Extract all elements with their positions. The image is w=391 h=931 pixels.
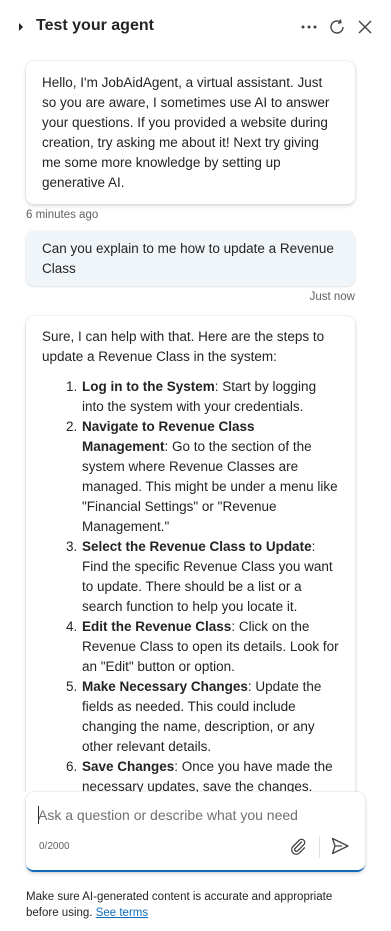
chat-transcript[interactable]: Hello, I'm JobAidAgent, a virtual assist… [0,56,391,792]
step-item: 2. Navigate to Revenue Class Management: … [42,417,339,537]
composer-divider [319,836,320,858]
steps-list: 1. Log in to the System: Start by logging… [42,377,339,792]
ai-disclaimer: Make sure AI-generated content is accura… [26,889,366,921]
character-counter: 0/2000 [39,841,70,852]
message-text: Hello, I'm JobAidAgent, a virtual assist… [42,75,330,190]
see-terms-link[interactable]: See terms [96,907,148,919]
step-number: 2. [66,419,78,434]
step-number: 6. [66,759,78,774]
answer-intro: Sure, I can help with that. Here are the… [42,329,325,364]
step-number: 1. [66,379,78,394]
step-item: 4. Edit the Revenue Class: Click on the R… [42,617,339,677]
message-text: Can you explain to me how to update a Re… [42,241,334,276]
step-item: 3. Select the Revenue Class to Update: Fi… [42,537,339,617]
step-item: 6. Save Changes: Once you have made the n… [42,757,339,792]
panel-header: Test your agent [0,0,391,56]
step-title: Select the Revenue Class to Update [82,539,312,554]
panel-title: Test your agent [36,17,154,34]
step-number: 5. [66,679,78,694]
user-message: Can you explain to me how to update a Re… [26,231,355,286]
step-title: Save Changes [82,759,175,774]
attach-icon[interactable] [288,836,308,856]
close-icon[interactable] [355,17,375,37]
agent-greeting-message: Hello, I'm JobAidAgent, a virtual assist… [26,61,355,204]
step-title: Log in to the System [82,379,215,394]
step-item: 5. Make Necessary Changes: Update the fie… [42,677,339,757]
message-timestamp: Just now [309,291,355,303]
step-number: 3. [66,539,78,554]
send-icon[interactable] [330,836,350,856]
step-item: 1. Log in to the System: Start by logging… [42,377,339,417]
step-number: 4. [66,619,78,634]
step-title: Edit the Revenue Class [82,619,232,634]
message-timestamp: 6 minutes ago [26,209,99,221]
message-input[interactable] [38,804,348,826]
message-composer: 0/2000 [26,792,365,872]
disclaimer-text: Make sure AI-generated content is accura… [26,891,333,919]
step-title: Make Necessary Changes [82,679,248,694]
expand-caret-icon[interactable] [17,22,25,32]
agent-answer-message: Sure, I can help with that. Here are the… [26,316,355,792]
more-options-icon[interactable] [299,17,319,37]
refresh-icon[interactable] [327,17,347,37]
